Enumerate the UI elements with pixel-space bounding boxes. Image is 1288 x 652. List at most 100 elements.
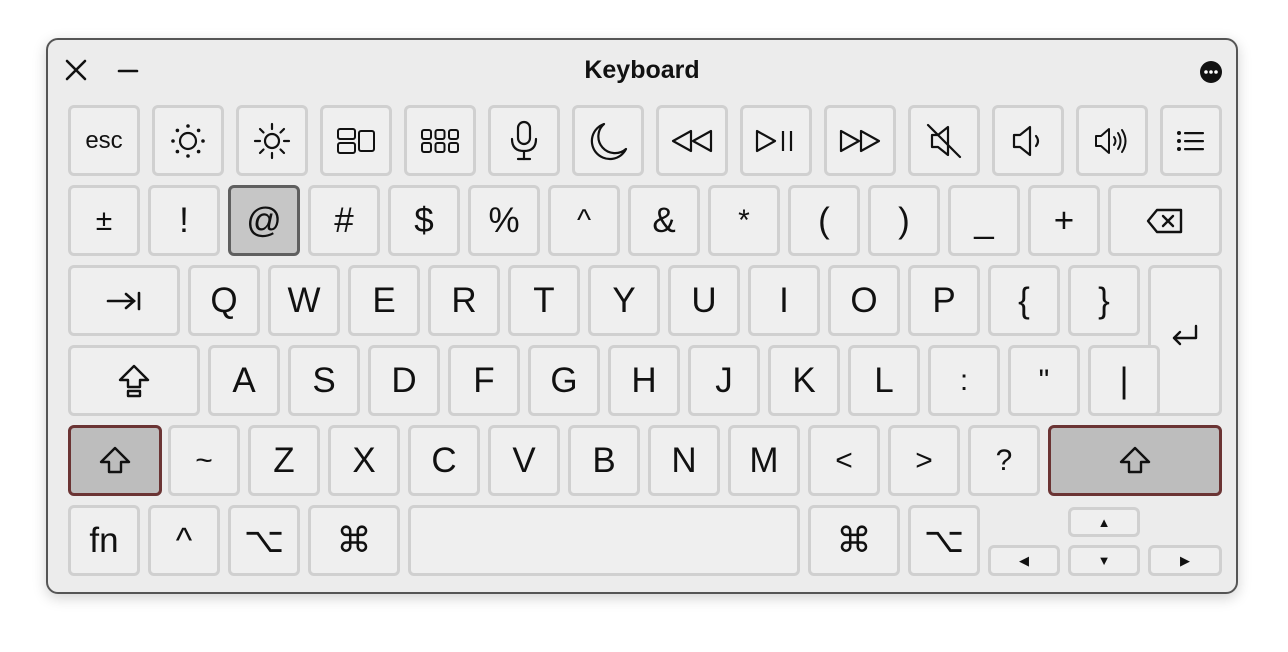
key-mute[interactable] — [908, 105, 980, 176]
key-o[interactable]: O — [828, 265, 900, 336]
delete-backspace-icon — [1146, 208, 1183, 233]
key-n[interactable]: N — [648, 425, 720, 496]
key-arrow-right[interactable]: ▶ — [1148, 545, 1222, 576]
key-p[interactable]: P — [908, 265, 980, 336]
arrow-up-icon: ▲ — [1097, 514, 1111, 530]
key-tab[interactable] — [68, 265, 180, 336]
key-plus-minus[interactable]: ± — [68, 185, 140, 256]
key-label: U — [691, 281, 717, 320]
key-s[interactable]: S — [288, 345, 360, 416]
key-d[interactable]: D — [368, 345, 440, 416]
key-esc[interactable]: esc — [68, 105, 140, 176]
key-label: _ — [974, 201, 994, 240]
key-a[interactable]: A — [208, 345, 280, 416]
key-label: C — [431, 441, 457, 480]
key-question[interactable]: ? — [968, 425, 1040, 496]
key-greater-than[interactable]: > — [888, 425, 960, 496]
key-label: D — [391, 361, 417, 400]
key-left-brace[interactable]: { — [988, 265, 1060, 336]
key-j[interactable]: J — [688, 345, 760, 416]
key-launchpad[interactable] — [404, 105, 476, 176]
key-f[interactable]: F — [448, 345, 520, 416]
key-right-option[interactable]: ⌥ — [908, 505, 980, 576]
key-m[interactable]: M — [728, 425, 800, 496]
key-rewind[interactable] — [656, 105, 728, 176]
key-k[interactable]: K — [768, 345, 840, 416]
key-fast-forward[interactable] — [824, 105, 896, 176]
key-delete[interactable] — [1108, 185, 1222, 256]
key-right-brace[interactable]: } — [1068, 265, 1140, 336]
key-exclamation[interactable]: ! — [148, 185, 220, 256]
key-option[interactable]: ⌥ — [228, 505, 300, 576]
key-label: esc — [85, 126, 123, 154]
key-hash[interactable]: # — [308, 185, 380, 256]
key-arrow-left[interactable]: ◀ — [988, 545, 1060, 576]
key-l[interactable]: L — [848, 345, 920, 416]
key-do-not-disturb[interactable] — [572, 105, 644, 176]
key-z[interactable]: Z — [248, 425, 320, 496]
play-pause-icon — [755, 129, 793, 152]
key-u[interactable]: U — [668, 265, 740, 336]
key-mission-control[interactable] — [320, 105, 392, 176]
key-r[interactable]: R — [428, 265, 500, 336]
key-fn[interactable]: fn — [68, 505, 140, 576]
menu-list-icon — [1177, 130, 1204, 151]
arrow-down-icon: ▼ — [1097, 553, 1111, 568]
key-dollar[interactable]: $ — [388, 185, 460, 256]
key-tilde[interactable]: ~ — [168, 425, 240, 496]
key-dictation[interactable] — [488, 105, 560, 176]
key-command[interactable]: ⌘ — [308, 505, 400, 576]
key-asterisk[interactable]: * — [708, 185, 780, 256]
key-percent[interactable]: % — [468, 185, 540, 256]
key-less-than[interactable]: < — [808, 425, 880, 496]
shift-icon — [99, 446, 131, 473]
key-i[interactable]: I — [748, 265, 820, 336]
key-brightness-up[interactable] — [236, 105, 308, 176]
key-x[interactable]: X — [328, 425, 400, 496]
brightness-down-icon — [171, 123, 205, 158]
key-pipe[interactable]: | — [1088, 345, 1160, 416]
key-v[interactable]: V — [488, 425, 560, 496]
key-arrow-down[interactable]: ▼ — [1068, 545, 1140, 576]
key-right-shift[interactable] — [1048, 425, 1222, 496]
key-e[interactable]: E — [348, 265, 420, 336]
key-b[interactable]: B — [568, 425, 640, 496]
key-h[interactable]: H — [608, 345, 680, 416]
key-left-paren[interactable]: ( — [788, 185, 860, 256]
key-q[interactable]: Q — [188, 265, 260, 336]
key-right-command[interactable]: ⌘ — [808, 505, 900, 576]
key-t[interactable]: T — [508, 265, 580, 336]
key-volume-down[interactable] — [992, 105, 1064, 176]
key-at[interactable]: @ — [228, 185, 300, 256]
key-label: A — [232, 361, 256, 400]
key-colon[interactable]: : — [928, 345, 1000, 416]
key-space[interactable] — [408, 505, 800, 576]
key-g[interactable]: G — [528, 345, 600, 416]
key-play-pause[interactable] — [740, 105, 812, 176]
more-options-button[interactable] — [1200, 61, 1222, 83]
key-caret[interactable]: ^ — [548, 185, 620, 256]
key-brightness-down[interactable] — [152, 105, 224, 176]
arrow-left-icon: ◀ — [1019, 553, 1029, 568]
key-underscore[interactable]: _ — [948, 185, 1020, 256]
key-label: } — [1098, 281, 1110, 320]
key-label: V — [512, 441, 536, 480]
key-right-paren[interactable]: ) — [868, 185, 940, 256]
key-ampersand[interactable]: & — [628, 185, 700, 256]
key-control[interactable]: ^ — [148, 505, 220, 576]
key-menu[interactable] — [1160, 105, 1222, 176]
key-volume-up[interactable] — [1076, 105, 1148, 176]
key-w[interactable]: W — [268, 265, 340, 336]
key-y[interactable]: Y — [588, 265, 660, 336]
key-label: ! — [179, 201, 189, 240]
key-arrow-up[interactable]: ▲ — [1068, 507, 1140, 537]
mission-control-icon — [337, 127, 375, 154]
key-left-shift[interactable] — [68, 425, 162, 496]
key-label: + — [1053, 201, 1075, 240]
key-label: | — [1119, 361, 1129, 400]
key-plus[interactable]: + — [1028, 185, 1100, 256]
key-c[interactable]: C — [408, 425, 480, 496]
key-caps-lock[interactable] — [68, 345, 200, 416]
key-label: " — [1038, 363, 1050, 397]
key-quote[interactable]: " — [1008, 345, 1080, 416]
